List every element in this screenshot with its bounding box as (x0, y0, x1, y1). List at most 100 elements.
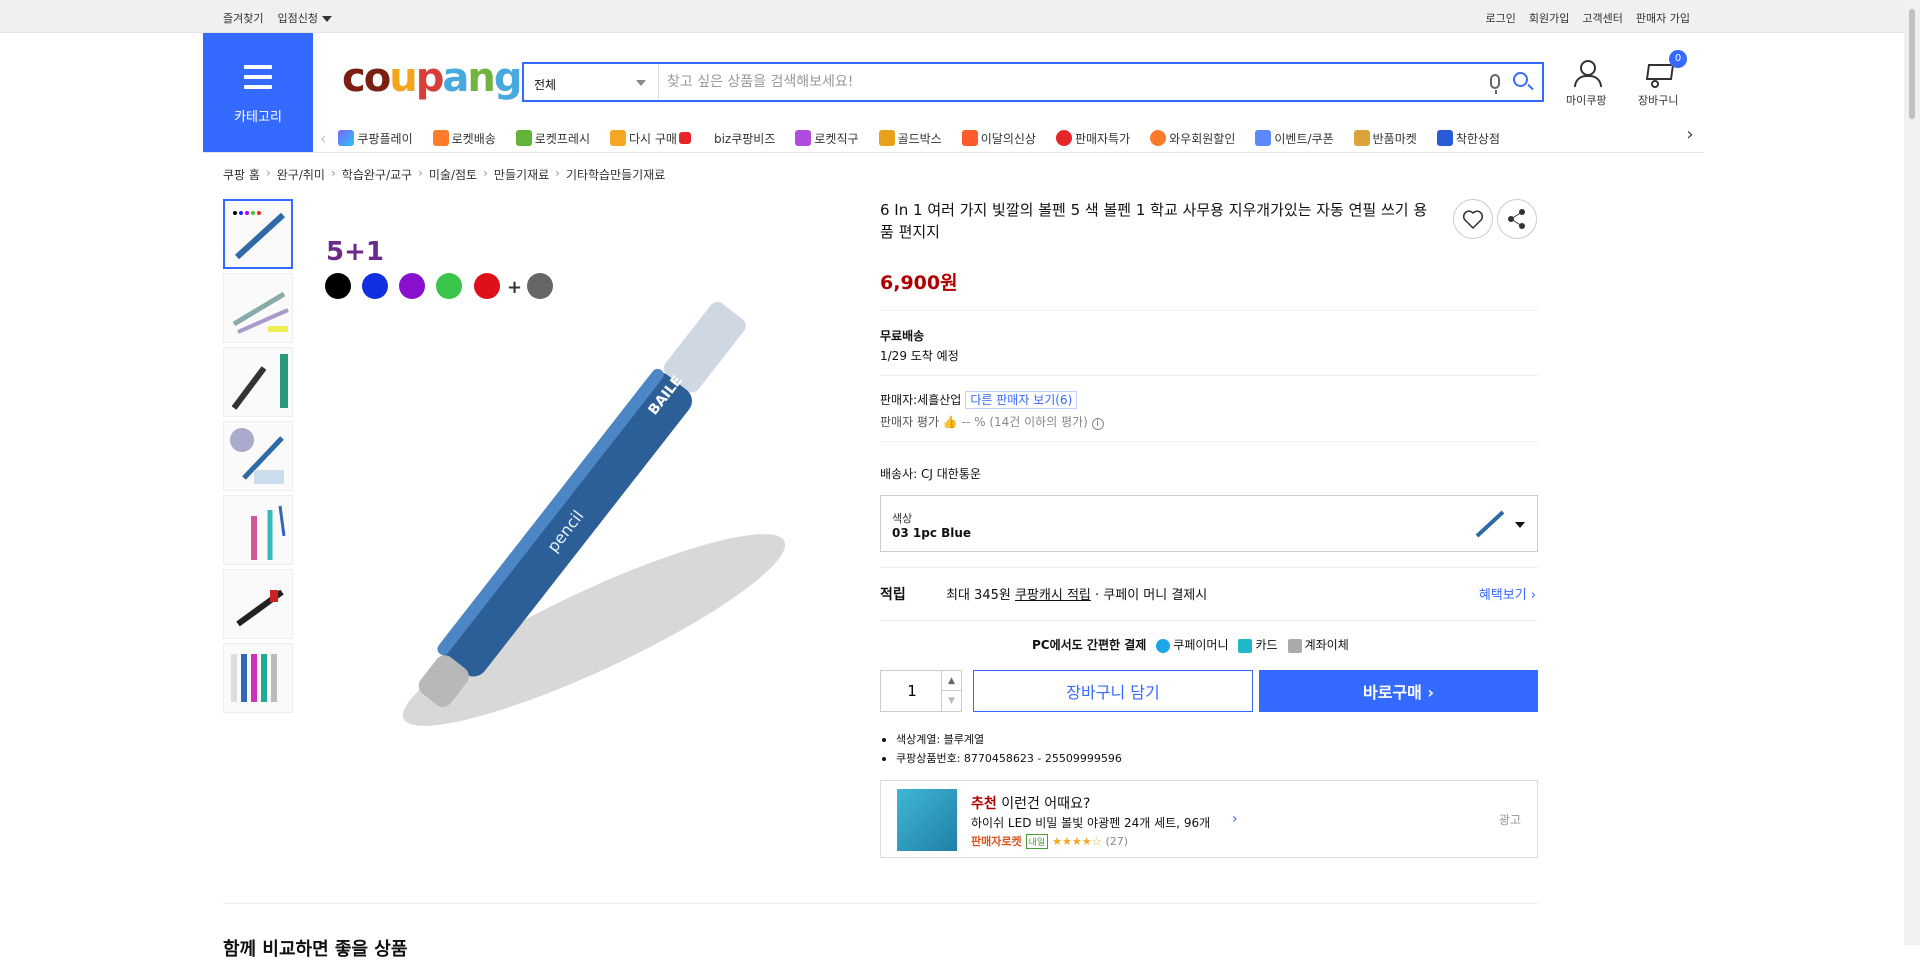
nav-prev-icon[interactable]: ‹ (320, 129, 326, 148)
breadcrumb-separator: › (555, 166, 560, 180)
category-button[interactable]: 카테고리 (203, 33, 313, 152)
breadcrumb-item[interactable]: 만들기재료 (494, 166, 549, 183)
search-input[interactable] (667, 68, 1467, 96)
nav-item-global[interactable]: 로켓직구 (795, 130, 859, 147)
quantity-decrease-icon[interactable]: ▼ (941, 691, 961, 711)
seller-signup-link[interactable]: 판매자 가입 (1636, 10, 1690, 26)
page-scrollbar[interactable] (1904, 0, 1920, 945)
payment-card: 카드 (1238, 636, 1278, 653)
product-main-image[interactable]: 5+1 + pencil BAILE (314, 200, 854, 740)
nav-label: 이벤트/쿠폰 (1274, 131, 1334, 146)
nav-item-goldbox[interactable]: 골드박스 (878, 130, 942, 147)
breadcrumb-separator: › (418, 166, 423, 180)
payment-label: 쿠페이머니 (1173, 638, 1229, 652)
thumbs-up-icon: 👍 (942, 415, 958, 429)
other-sellers-button[interactable]: 다른 판매자 보기(6) (965, 391, 1078, 409)
thumbnail[interactable] (223, 421, 293, 491)
benefit-more-link[interactable]: 혜택보기 › (1479, 584, 1536, 603)
nav-label: 착한상점 (1455, 131, 1500, 146)
nav-next-icon[interactable]: › (1676, 124, 1704, 152)
nav-item-biz[interactable]: biz쿠팡비즈 (714, 130, 775, 147)
option-label: 색상 (892, 512, 913, 525)
thumbnail[interactable] (223, 569, 293, 639)
nav-label: 와우회원할인 (1169, 131, 1236, 146)
payment-coupay: 쿠페이머니 (1156, 636, 1228, 653)
breadcrumb-item[interactable]: 미술/점토 (429, 166, 477, 183)
seller-name[interactable]: 세흘산업 (917, 393, 961, 407)
recommendation-image[interactable] (897, 789, 957, 851)
search-category-value: 전체 (534, 78, 557, 92)
scrollbar-thumb[interactable] (1908, 8, 1916, 120)
category-label: 카테고리 (234, 110, 282, 125)
breadcrumb-separator: › (330, 166, 336, 180)
breadcrumb-separator: › (265, 166, 271, 180)
bookmark-link[interactable]: 즐겨찾기 (223, 10, 263, 26)
delivery-badge: 내일 (1025, 833, 1049, 849)
coupang-logo[interactable]: coupang (342, 55, 522, 101)
nav-item-event[interactable]: 이벤트/쿠폰 (1255, 130, 1334, 147)
nav-item-seller-deal[interactable]: 판매자특가 (1055, 130, 1130, 147)
breadcrumb-item[interactable]: 기타학습만들기재료 (566, 166, 665, 183)
nav-item-wow[interactable]: 와우회원할인 (1150, 130, 1235, 147)
mycoupang-label: 마이쿠팡 (1566, 94, 1607, 107)
share-button[interactable] (1497, 199, 1537, 239)
nav-item-rocketfresh[interactable]: 로켓프레시 (515, 130, 590, 147)
rocket-icon (432, 130, 449, 146)
recommendation-card[interactable]: 추천 이런건 어때요? 하이쉬 LED 비밀 볼빛 야광펜 24개 세트, 96… (880, 780, 1538, 858)
add-to-cart-button[interactable]: 장바구니 담기 (973, 670, 1253, 712)
recommendation-name[interactable]: 하이쉬 LED 비밀 볼빛 야광펜 24개 세트, 96개 (971, 814, 1210, 831)
microphone-icon[interactable] (1490, 74, 1500, 94)
bank-icon (1287, 638, 1302, 653)
recommendation-title: 이런건 어때요? (996, 796, 1091, 812)
login-link[interactable]: 로그인 (1486, 10, 1516, 26)
seller-rating-label: 판매자 평가 (880, 415, 940, 429)
option-thumbnail (1475, 510, 1505, 538)
wow-icon (1150, 130, 1167, 146)
coupon-icon (1255, 130, 1272, 146)
thumbnail[interactable] (223, 495, 293, 565)
mycoupang-button[interactable]: 마이쿠팡 (1566, 58, 1606, 108)
customer-center-link[interactable]: 고객센터 (1582, 10, 1622, 26)
benefit-text: 최대 345원 쿠팡캐시 적립 · 쿠페이 머니 결제시 (946, 584, 1207, 603)
nav-label: 쿠팡플레이 (357, 131, 413, 146)
shipping-title: 무료배송 (880, 329, 925, 343)
card-icon (1238, 638, 1253, 653)
chevron-right-icon[interactable]: › (1232, 811, 1238, 827)
play-icon (338, 130, 355, 146)
attribute-item: 색상계열: 블루계열 (880, 730, 1122, 749)
cart-label: 장바구니 (1638, 94, 1679, 107)
quantity-stepper: ▲ ▼ (880, 670, 962, 712)
info-icon[interactable]: i (1091, 418, 1104, 430)
chevron-down-icon (321, 16, 332, 22)
quantity-increase-icon[interactable]: ▲ (941, 671, 961, 691)
nav-item-newarrival[interactable]: 이달의신상 (961, 130, 1036, 147)
coupang-cash-link[interactable]: 쿠팡캐시 적립 (1015, 588, 1091, 603)
breadcrumb-item[interactable]: 쿠팡 홈 (223, 166, 260, 183)
thumbnail[interactable] (223, 643, 293, 713)
thumbnail[interactable] (223, 199, 293, 269)
vendor-apply-link[interactable]: 입점신청 (277, 10, 332, 26)
wishlist-button[interactable] (1453, 199, 1493, 239)
breadcrumb-item[interactable]: 학습완구/교구 (342, 166, 412, 183)
buy-now-button[interactable]: 바로구매 › (1259, 670, 1538, 712)
seller-info: 판매자:세흘산업 다른 판매자 보기(6) (880, 391, 1078, 409)
coupay-icon (1156, 638, 1171, 653)
search-icon[interactable] (1513, 72, 1528, 87)
thumbnail[interactable] (223, 347, 293, 417)
search-category-select[interactable]: 전체 (524, 64, 659, 100)
nav-item-return-market[interactable]: 반품마켓 (1353, 130, 1417, 147)
ad-label: 광고 (1498, 813, 1521, 827)
nav-item-rocket[interactable]: 로켓배송 (432, 130, 496, 147)
nav-item-rebuy[interactable]: 다시 구매 (609, 130, 694, 147)
product-price: 6,900원 (880, 272, 958, 294)
nav-item-coupangplay[interactable]: 쿠팡플레이 (338, 130, 413, 147)
payment-bank: 계좌이체 (1287, 636, 1349, 653)
nav-item-good-store[interactable]: 착한상점 (1436, 130, 1500, 147)
color-option-select[interactable]: 색상 03 1pc Blue (880, 495, 1538, 552)
product-title: 6 In 1 여러 가지 빛깔의 볼펜 5 색 볼펜 1 학교 사무용 지우개가… (880, 201, 1428, 241)
thumbnail[interactable] (223, 273, 293, 343)
breadcrumb-item[interactable]: 완구/취미 (277, 166, 325, 183)
quantity-input[interactable] (881, 671, 943, 711)
menu-icon (244, 65, 272, 95)
signup-link[interactable]: 회원가입 (1529, 10, 1569, 26)
